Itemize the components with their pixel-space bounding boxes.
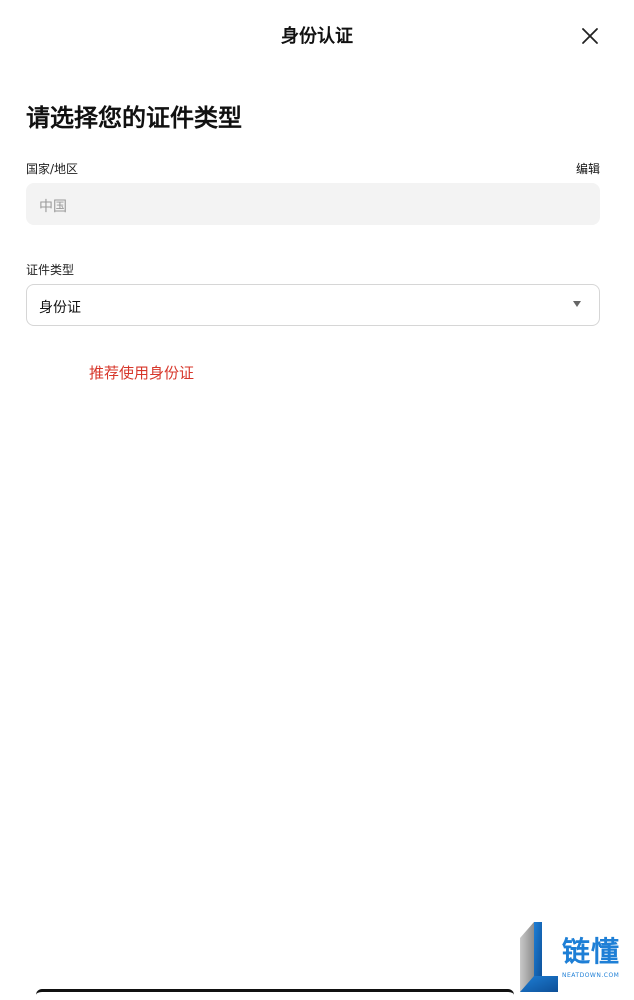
page-title: 请选择您的证件类型 [26, 104, 242, 132]
country-value: 中国 [39, 199, 67, 215]
close-icon [582, 28, 598, 44]
watermark-subtext: NEATDOWN.COM [562, 972, 620, 979]
edit-country-button[interactable]: 编辑 [576, 160, 600, 177]
recommendation-hint: 推荐使用身份证 [89, 364, 195, 382]
country-label: 国家/地区 [26, 162, 79, 176]
logo-mark-icon [520, 922, 558, 992]
id-type-label: 证件类型 [26, 263, 75, 277]
id-type-select[interactable]: 身份证 [26, 284, 600, 326]
chevron-down-icon [573, 301, 581, 307]
header-title: 身份认证 [281, 26, 353, 47]
watermark-text: 链懂 [562, 935, 621, 968]
id-type-selected-value: 身份证 [39, 300, 81, 316]
header: 身份认证 [0, 0, 634, 72]
close-button[interactable] [578, 24, 602, 48]
country-field: 中国 [26, 183, 600, 225]
bottom-sheet-edge [36, 989, 514, 1000]
watermark-logo: 链懂 NEATDOWN.COM [520, 920, 632, 992]
